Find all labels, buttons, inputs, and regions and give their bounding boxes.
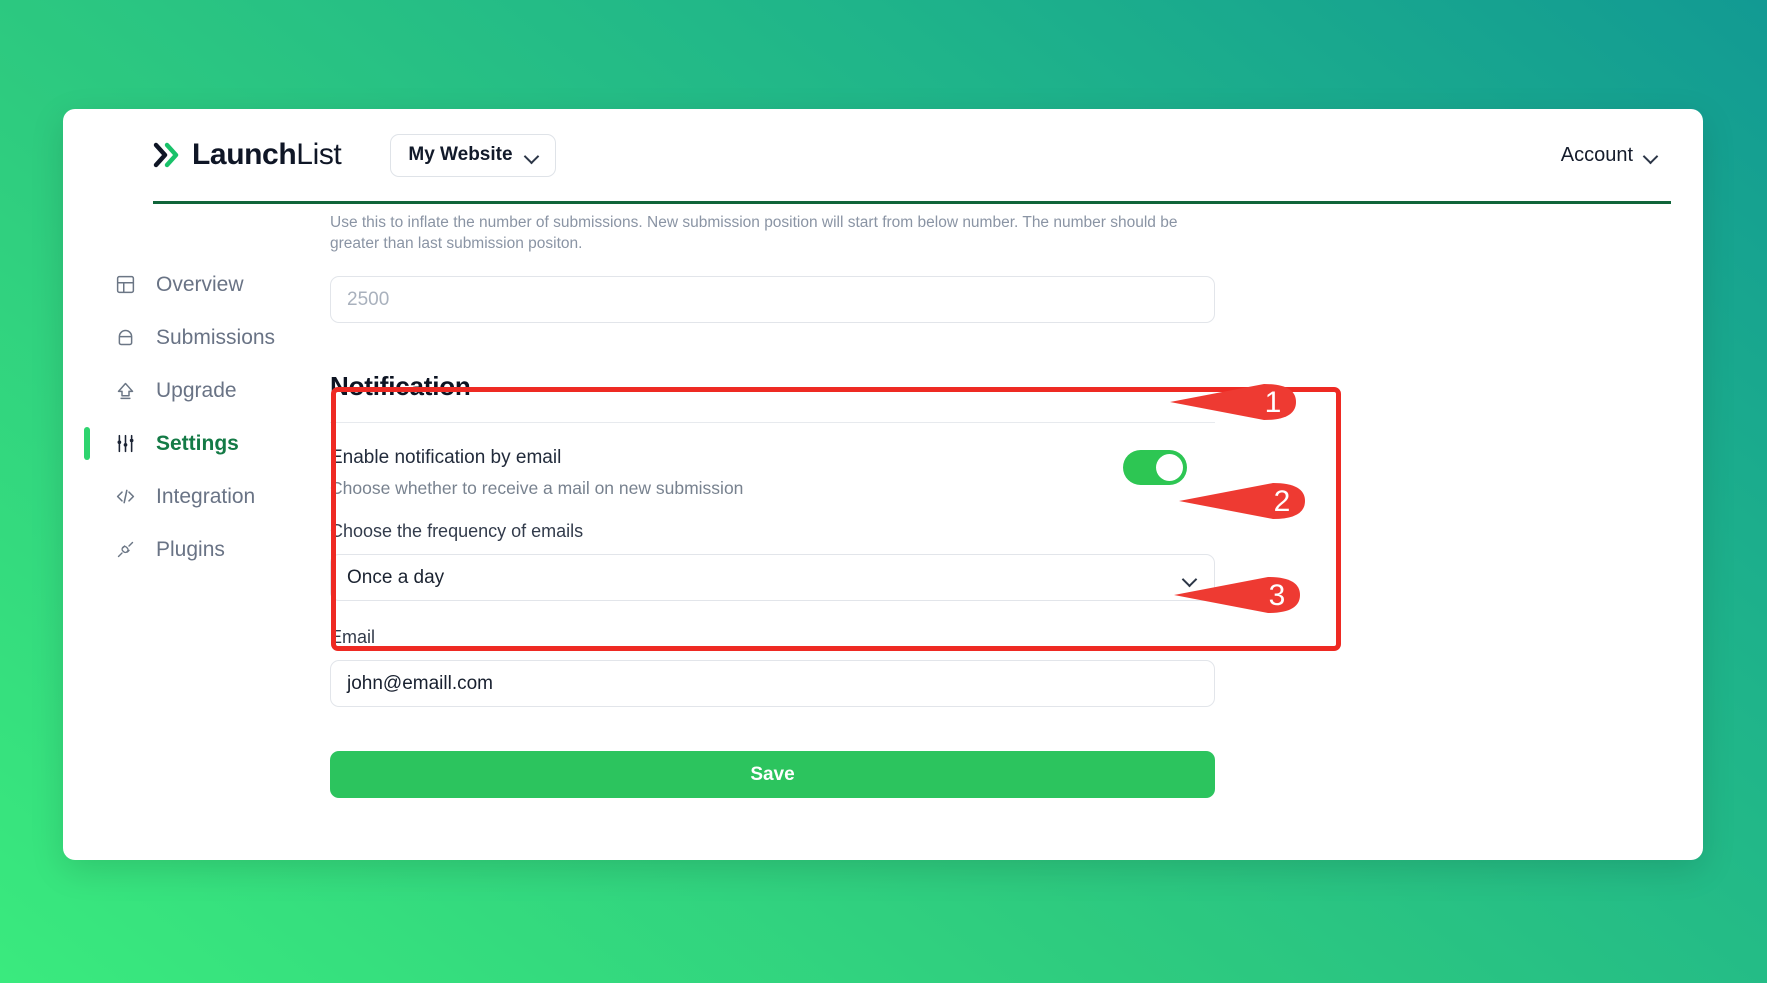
notification-section-title: Notification xyxy=(330,371,471,402)
sidebar-item-label: Integration xyxy=(156,484,256,508)
email-input[interactable]: john@emaill.com xyxy=(330,660,1215,708)
brand-name-light: List xyxy=(296,138,342,171)
sidebar-item-overview[interactable]: Overview xyxy=(63,258,318,311)
plug-connector-icon xyxy=(113,538,137,562)
chevron-down-icon xyxy=(1183,574,1196,582)
enable-notification-copy: Enable notification by email Choose whet… xyxy=(330,447,743,499)
site-selector[interactable]: My Website xyxy=(390,133,556,177)
sidebar-item-label: Overview xyxy=(156,272,244,296)
sidebar: Overview Submissions Upgrade Settings In… xyxy=(63,201,318,860)
brand-name-bold: Launch xyxy=(192,138,297,171)
sidebar-item-integration[interactable]: Integration xyxy=(63,470,318,523)
chevron-down-icon xyxy=(525,151,538,159)
dashboard-grid-icon xyxy=(113,273,137,297)
sidebar-item-plugins[interactable]: Plugins xyxy=(63,523,318,576)
app-window: LaunchList My Website Account Overview S… xyxy=(63,109,1703,860)
code-brackets-icon xyxy=(113,485,137,509)
app-body: Overview Submissions Upgrade Settings In… xyxy=(63,201,1703,860)
chevron-down-icon xyxy=(1644,151,1657,159)
notification-panel: Enable notification by email Choose whet… xyxy=(330,422,1215,708)
upload-arrow-icon xyxy=(113,379,137,403)
enable-notification-row: Enable notification by email Choose whet… xyxy=(330,423,1215,499)
inbox-icon xyxy=(113,326,137,350)
notification-toggle[interactable] xyxy=(1123,450,1187,486)
frequency-label: Choose the frequency of emails xyxy=(330,521,584,542)
sidebar-item-upgrade[interactable]: Upgrade xyxy=(63,364,318,417)
app-header: LaunchList My Website Account xyxy=(63,109,1703,201)
brand-name: LaunchList xyxy=(192,138,342,172)
double-chevron-right-icon xyxy=(153,142,183,168)
sidebar-item-label: Submissions xyxy=(156,325,276,349)
enable-notification-subtitle: Choose whether to receive a mail on new … xyxy=(330,478,744,499)
sliders-icon xyxy=(113,432,137,456)
sidebar-item-submissions[interactable]: Submissions xyxy=(63,311,318,364)
sidebar-item-label: Plugins xyxy=(156,537,225,561)
save-button[interactable]: Save xyxy=(330,751,1215,799)
sidebar-item-settings[interactable]: Settings xyxy=(63,417,318,470)
brand-logo: LaunchList xyxy=(153,138,342,172)
account-menu-label: Account xyxy=(1560,143,1633,166)
sidebar-item-label: Upgrade xyxy=(156,378,237,402)
frequency-select-value: Once a day xyxy=(347,566,445,588)
settings-content: Use this to inflate the number of submis… xyxy=(318,201,1703,860)
sidebar-item-label: Settings xyxy=(156,431,239,455)
account-menu[interactable]: Account xyxy=(1561,144,1657,167)
inflate-number-input[interactable]: 2500 xyxy=(330,276,1215,324)
site-selector-label: My Website xyxy=(408,144,513,165)
frequency-select[interactable]: Once a day xyxy=(330,554,1215,602)
email-label: Email xyxy=(330,627,376,648)
enable-notification-title: Enable notification by email xyxy=(330,447,562,469)
inflate-helper-text: Use this to inflate the number of submis… xyxy=(330,214,1178,252)
toggle-knob xyxy=(1156,454,1183,482)
